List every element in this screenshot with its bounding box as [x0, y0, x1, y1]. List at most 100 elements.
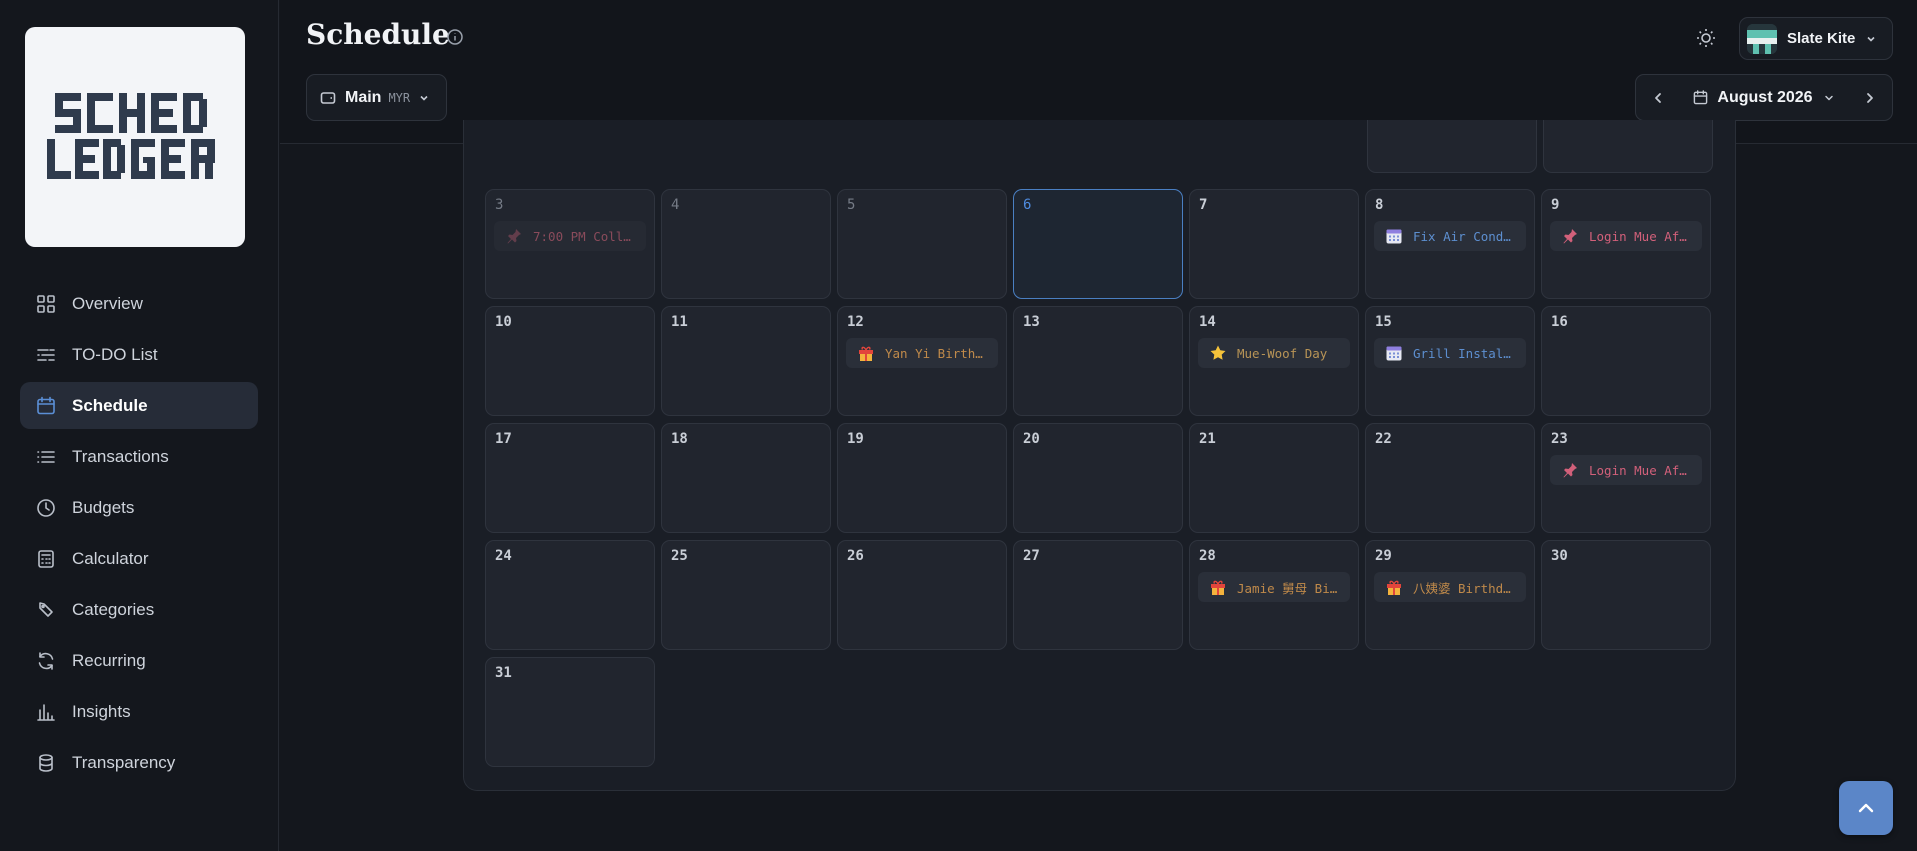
sidebar-item-label: TO-DO List	[72, 344, 158, 364]
sidebar-item-transactions[interactable]: Transactions	[20, 433, 258, 480]
day-number: 22	[1375, 431, 1392, 447]
calendar-grid: 3 7:00 PM Coll… 4 5 6 7 8 Fix Air Cond… 9 Login M…	[463, 120, 1736, 791]
next-month-button[interactable]	[1848, 75, 1892, 120]
calendar-day-cell[interactable]: 3 7:00 PM Coll…	[485, 189, 655, 299]
calendar-event-chip[interactable]: Login Mue Af…	[1550, 455, 1702, 485]
chevron-down-icon	[1867, 36, 1875, 42]
user-name: Slate Kite	[1787, 30, 1856, 47]
day-number: 29	[1375, 548, 1392, 564]
scroll-to-top-button[interactable]	[1839, 781, 1893, 835]
sidebar-item-label: Insights	[72, 701, 131, 721]
calendar-day-cell[interactable]: 24	[485, 540, 655, 650]
event-title: Fix Air Cond…	[1413, 228, 1511, 244]
calendar-day-cell[interactable]: 19	[837, 423, 1007, 533]
sidebar-item-insights[interactable]: Insights	[20, 688, 258, 735]
star-icon	[1208, 343, 1228, 363]
bullet-list-icon	[36, 447, 56, 467]
calendar-event-chip[interactable]: 八姨婆 Birthd…	[1374, 572, 1526, 602]
sidebar-nav: Overview TO-DO List Schedule Transaction…	[20, 280, 258, 790]
sidebar-item-categories[interactable]: Categories	[20, 586, 258, 633]
calendar-day-cell[interactable]: 21	[1189, 423, 1359, 533]
calculator-icon	[36, 549, 56, 569]
day-number: 26	[847, 548, 864, 564]
calendar-event-chip[interactable]: 7:00 PM Coll…	[494, 221, 646, 251]
calendar-event-chip[interactable]: Login Mue Af…	[1550, 221, 1702, 251]
day-number: 28	[1199, 548, 1216, 564]
calendar-event-chip[interactable]: Mue-Woof Day	[1198, 338, 1350, 368]
sidebar-item-overview[interactable]: Overview	[20, 280, 258, 327]
sidebar-item-schedule[interactable]: Schedule	[20, 382, 258, 429]
calendar-day-cell[interactable]: 10	[485, 306, 655, 416]
sidebar-item-budgets[interactable]: Budgets	[20, 484, 258, 531]
calendar-day-cell[interactable]: 8 Fix Air Cond…	[1365, 189, 1535, 299]
chevron-down-icon	[1824, 95, 1833, 100]
event-title: 八姨婆 Birthd…	[1413, 580, 1511, 596]
clock-icon	[36, 498, 56, 518]
calendar-day-cell[interactable]: 4	[661, 189, 831, 299]
calendar-day-cell-today[interactable]: 6	[1013, 189, 1183, 299]
theme-toggle-sun-icon[interactable]	[1695, 27, 1717, 49]
calendar-day-cell[interactable]: 26	[837, 540, 1007, 650]
sidebar-item-recurring[interactable]: Recurring	[20, 637, 258, 684]
day-number: 21	[1199, 431, 1216, 447]
calendar-day-cell[interactable]: 18	[661, 423, 831, 533]
calendar-icon	[36, 396, 56, 416]
calendar-day-cell[interactable]: 14 Mue-Woof Day	[1189, 306, 1359, 416]
avatar	[1747, 23, 1777, 54]
previous-month-button[interactable]	[1636, 75, 1680, 120]
calendar-event-chip[interactable]: Jamie 舅母 Bi…	[1198, 572, 1350, 602]
sidebar: Overview TO-DO List Schedule Transaction…	[0, 0, 279, 851]
calendar-day-cell[interactable]: 9 Login Mue Af…	[1541, 189, 1711, 299]
chevron-up-icon	[1858, 803, 1874, 813]
calendar-day-cell[interactable]: 12 Yan Yi Birth…	[837, 306, 1007, 416]
sidebar-item-todo-list[interactable]: TO-DO List	[20, 331, 258, 378]
calendar-icon	[1694, 90, 1708, 105]
calendar-event-icon	[1384, 226, 1404, 246]
calendar-day-cell[interactable]: 27	[1013, 540, 1183, 650]
calendar-event-chip[interactable]: Fix Air Cond…	[1374, 221, 1526, 251]
calendar-day-cell[interactable]: 30	[1541, 540, 1711, 650]
account-selector[interactable]: Main MYR	[306, 74, 447, 121]
app-logo[interactable]	[25, 27, 245, 247]
calendar-day-cell[interactable]: 20	[1013, 423, 1183, 533]
calendar-day-cell[interactable]: 15 Grill Instal…	[1365, 306, 1535, 416]
calendar-day-cell[interactable]: 7	[1189, 189, 1359, 299]
calendar-day-cell[interactable]: 13	[1013, 306, 1183, 416]
calendar-day-cell[interactable]: 25	[661, 540, 831, 650]
day-number: 25	[671, 548, 688, 564]
user-menu[interactable]: Slate Kite	[1739, 17, 1893, 60]
day-number: 31	[495, 665, 512, 681]
calendar-event-chip[interactable]: Grill Instal…	[1374, 338, 1526, 368]
sidebar-item-transparency[interactable]: Transparency	[20, 739, 258, 786]
tag-icon	[36, 600, 56, 620]
calendar-day-cell[interactable]: 11	[661, 306, 831, 416]
calendar-day-cell[interactable]: 23 Login Mue Af…	[1541, 423, 1711, 533]
day-number: 10	[495, 314, 512, 330]
calendar-day-cell-prev-week[interactable]	[1367, 120, 1537, 173]
page-title: Schedule	[306, 18, 450, 51]
calendar-day-cell[interactable]: 22	[1365, 423, 1535, 533]
day-number: 9	[1551, 197, 1560, 213]
calendar-day-cell[interactable]: 31	[485, 657, 655, 767]
calendar-event-chip[interactable]: Yan Yi Birth…	[846, 338, 998, 368]
refresh-icon	[36, 651, 56, 671]
pushpin-icon	[504, 226, 524, 246]
calendar-day-cell[interactable]: 5	[837, 189, 1007, 299]
calendar-day-cell[interactable]: 29 八姨婆 Birthd…	[1365, 540, 1535, 650]
month-picker-button[interactable]: August 2026	[1680, 89, 1848, 107]
day-number: 3	[495, 197, 504, 213]
month-label: August 2026	[1717, 88, 1813, 106]
event-title: Mue-Woof Day	[1237, 345, 1328, 361]
chevron-left-icon	[1655, 92, 1661, 103]
info-icon[interactable]	[446, 28, 464, 46]
calendar-day-cell[interactable]: 17	[485, 423, 655, 533]
list-lines-icon	[36, 345, 56, 365]
wallet-icon	[320, 91, 336, 104]
sidebar-item-calculator[interactable]: Calculator	[20, 535, 258, 582]
calendar-day-cell-prev-week[interactable]	[1543, 120, 1713, 173]
event-title: Yan Yi Birth…	[885, 345, 983, 361]
sidebar-item-label: Categories	[72, 599, 155, 619]
calendar-day-cell[interactable]: 16	[1541, 306, 1711, 416]
calendar-day-cell[interactable]: 28 Jamie 舅母 Bi…	[1189, 540, 1359, 650]
sidebar-item-label: Budgets	[72, 497, 135, 517]
